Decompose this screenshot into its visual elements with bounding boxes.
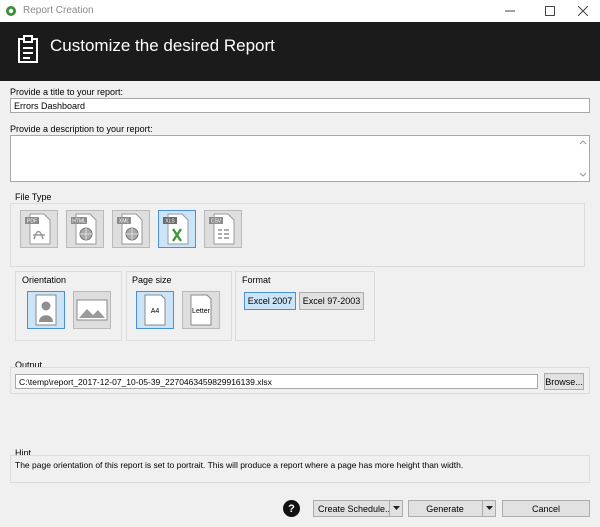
- create-schedule-dropdown[interactable]: [389, 500, 403, 517]
- orientation-landscape-button[interactable]: [73, 291, 111, 329]
- page-size-a4-button[interactable]: A4: [136, 291, 174, 329]
- format-excel2007-button[interactable]: Excel 2007: [244, 292, 296, 310]
- dropdown-arrow-icon: [392, 506, 400, 510]
- portrait-icon: [35, 294, 57, 326]
- browse-button[interactable]: Browse...: [544, 373, 584, 390]
- xls-file-icon: XLS: [163, 213, 189, 245]
- format-label: Format: [242, 275, 271, 285]
- file-type-csv-button[interactable]: CSV: [204, 210, 242, 248]
- window-titlebar: Report Creation: [0, 0, 600, 22]
- maximize-icon: [545, 6, 555, 16]
- output-path-input[interactable]: C:\temp\report_2017-12-07_10-05-39_22704…: [15, 374, 538, 389]
- a4-label: A4: [150, 308, 160, 315]
- scroll-up-icon: [579, 140, 587, 145]
- close-icon: [578, 6, 588, 16]
- file-type-pdf-button[interactable]: PDF: [20, 210, 58, 248]
- letter-label: Letter: [192, 308, 210, 315]
- dropdown-arrow-icon: [485, 506, 493, 510]
- landscape-icon: [76, 299, 108, 321]
- description-label: Provide a description to your report:: [10, 124, 153, 134]
- orientation-portrait-button[interactable]: [27, 291, 65, 329]
- description-input[interactable]: [10, 135, 590, 182]
- minimize-icon: [505, 10, 515, 12]
- title-input[interactable]: Errors Dashboard: [10, 98, 590, 113]
- dialog-header: Customize the desired Report: [0, 22, 600, 81]
- html-tag: HTML: [72, 219, 86, 225]
- html-file-icon: HTML: [71, 213, 97, 245]
- file-type-label: File Type: [15, 192, 52, 202]
- page-size-label: Page size: [132, 275, 172, 285]
- pdf-tag: PDF: [27, 219, 37, 225]
- window-title: Report Creation: [23, 5, 94, 16]
- file-type-xml-button[interactable]: XML: [112, 210, 150, 248]
- cancel-button[interactable]: Cancel: [502, 500, 590, 517]
- xml-tag: XML: [119, 219, 130, 225]
- xls-tag: XLS: [165, 219, 175, 225]
- minimize-button[interactable]: [492, 0, 528, 22]
- pdf-file-icon: PDF: [25, 213, 51, 245]
- clipboard-icon: [18, 35, 38, 63]
- maximize-button[interactable]: [532, 0, 568, 22]
- file-type-html-button[interactable]: HTML: [66, 210, 104, 248]
- title-label: Provide a title to your report:: [10, 87, 124, 97]
- page-size-letter-button[interactable]: Letter: [182, 291, 220, 329]
- generate-dropdown[interactable]: [482, 500, 496, 517]
- scroll-down-icon: [579, 172, 587, 177]
- app-icon: [6, 6, 16, 16]
- xml-file-icon: XML: [117, 213, 143, 245]
- generate-label: Generate: [426, 503, 464, 514]
- create-schedule-label: Create Schedule...: [318, 503, 393, 514]
- description-scrollbar[interactable]: [577, 136, 589, 181]
- orientation-label: Orientation: [22, 275, 67, 285]
- close-button[interactable]: [565, 0, 600, 22]
- help-icon: ?: [288, 502, 295, 515]
- hint-text: The page orientation of this report is s…: [15, 460, 464, 470]
- file-type-xls-button[interactable]: XLS: [158, 210, 196, 248]
- format-excel97-button[interactable]: Excel 97-2003: [299, 292, 364, 310]
- page-title: Customize the desired Report: [50, 36, 275, 55]
- csv-tag: CSV: [211, 219, 222, 225]
- csv-file-icon: CSV: [209, 213, 235, 245]
- help-button[interactable]: ?: [283, 500, 300, 517]
